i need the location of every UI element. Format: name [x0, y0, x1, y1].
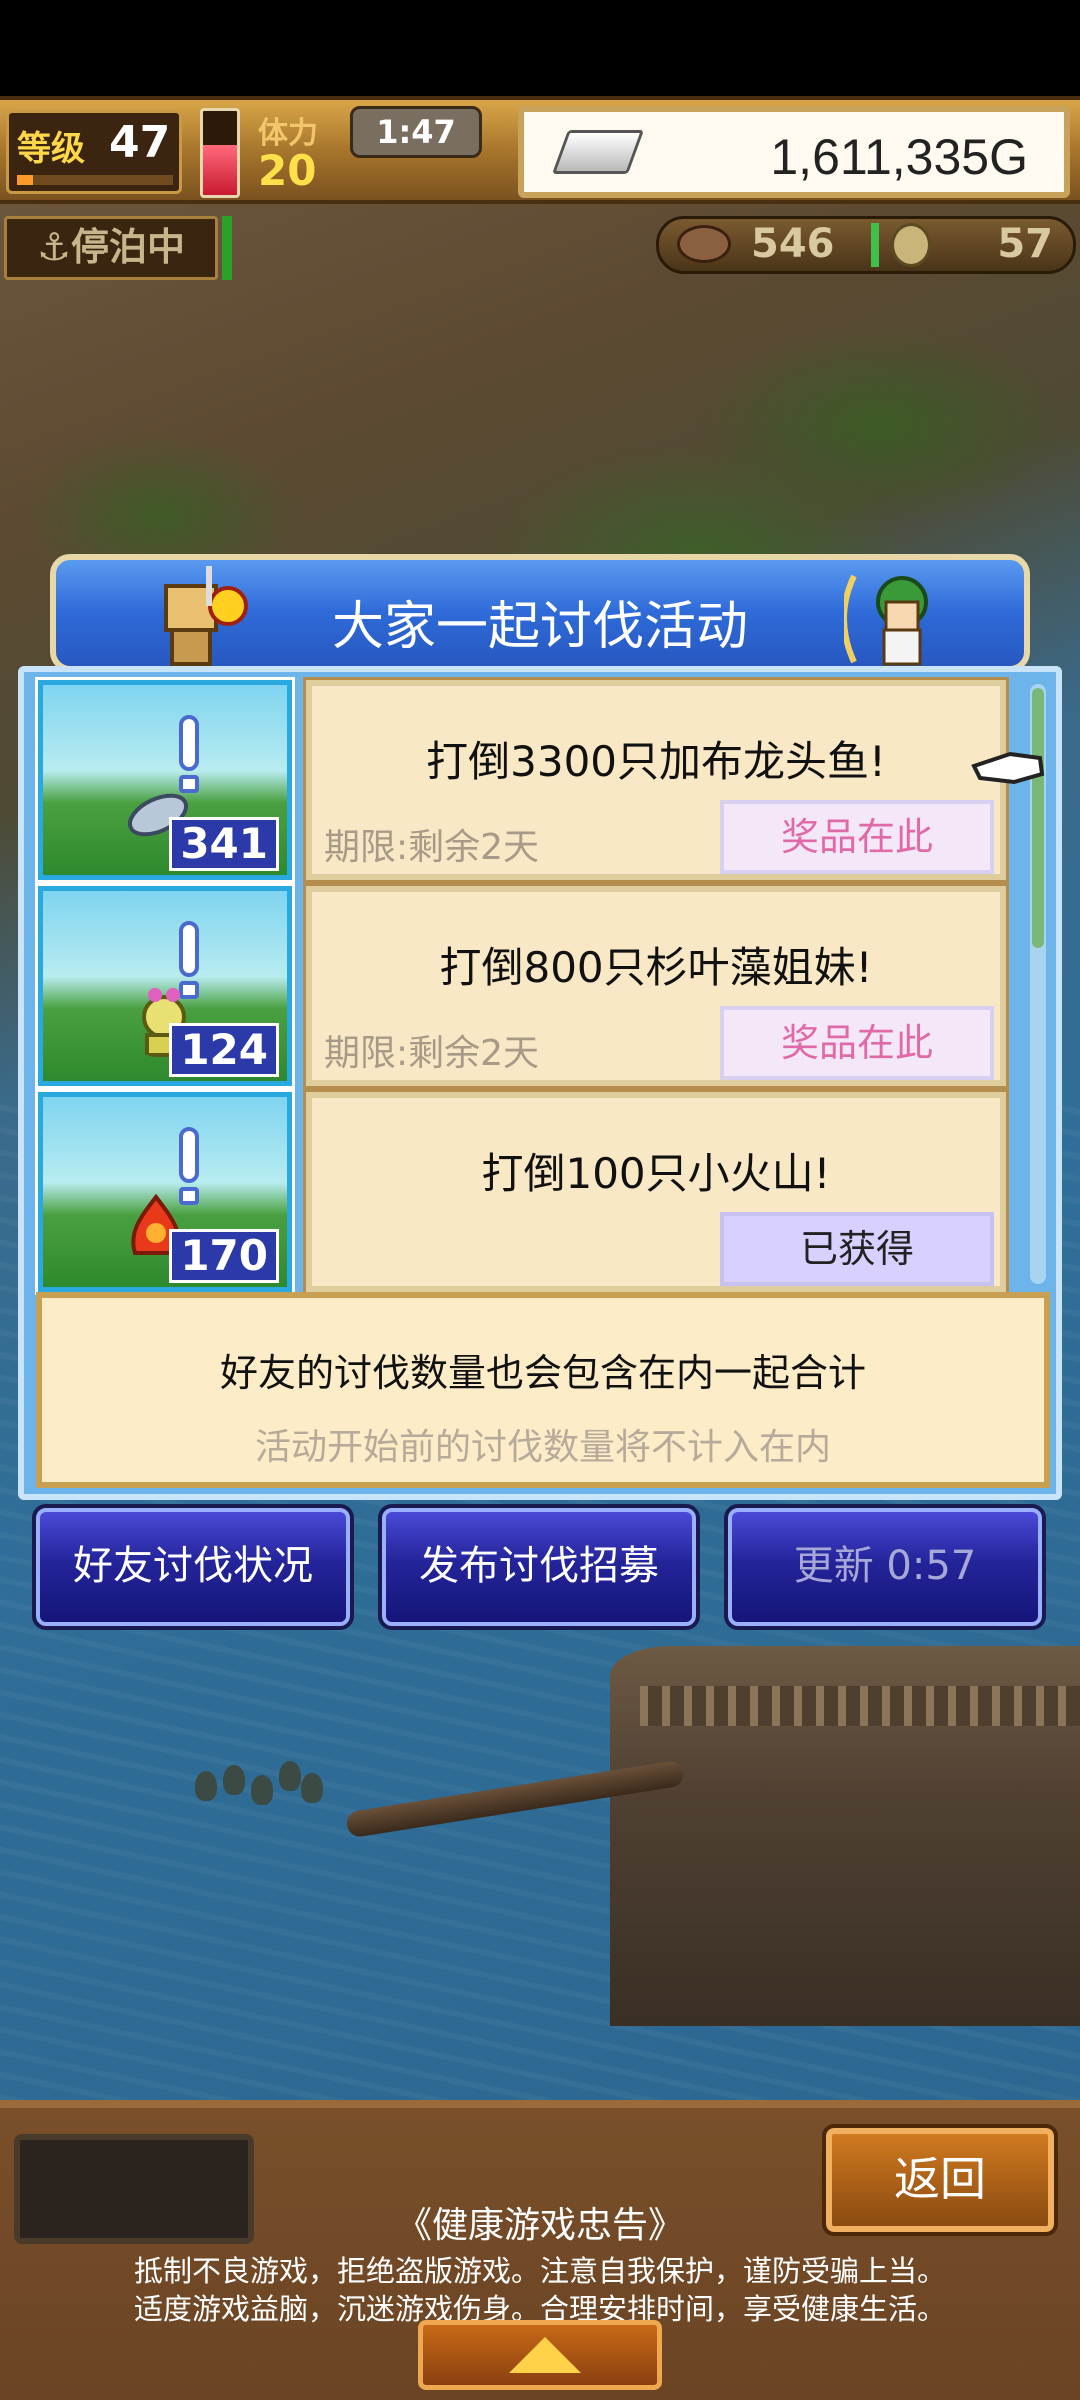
- medal-value: 57: [997, 221, 1053, 267]
- obtained-button[interactable]: 已获得: [720, 1212, 994, 1286]
- health-advisory-line-1: 抵制不良游戏，拒绝盗版游戏。注意自我保护，谨防受骗上当。: [133, 2254, 946, 2288]
- event-card: 打倒800只杉叶藻姐妹! 期限:剩余2天 奖品在此: [303, 883, 1009, 1089]
- defeat-count: 341: [169, 817, 279, 871]
- medal-icon: [891, 223, 931, 267]
- up-arrow-icon: [509, 2337, 581, 2373]
- footer-bar: 返回 《健康游戏忠告》 抵制不良游戏，拒绝盗版游戏。注意自我保护，谨防受骗上当。…: [0, 2100, 1080, 2400]
- event-panel: 341 打倒3300只加布龙头鱼! 期限:剩余2天 奖品在此 124 打倒800…: [18, 666, 1062, 1500]
- event-deadline: 期限:剩余2天: [324, 827, 540, 868]
- notice-main-text: 好友的讨伐数量也会包含在内一起合计: [219, 1351, 866, 1395]
- stamina-value: 20: [258, 146, 317, 195]
- ship-rail: [640, 1686, 1080, 1726]
- event-deadline: 期限:剩余2天: [324, 1033, 540, 1074]
- stamina-gauge: [200, 108, 240, 198]
- alert-icon: [179, 921, 199, 977]
- defeat-count: 124: [169, 1023, 279, 1077]
- food-icon: [677, 225, 731, 263]
- gold-value: 1,611,335G: [770, 129, 1028, 185]
- prize-button[interactable]: 奖品在此: [720, 800, 994, 874]
- notice-sub-text: 活动开始前的讨伐数量将不计入在内: [254, 1427, 831, 1468]
- dock-status-label: 停泊中: [71, 225, 186, 269]
- rocks: [195, 1761, 325, 1811]
- event-thumbnail: 341: [35, 677, 295, 883]
- stamina-timer: 1:47: [350, 106, 482, 158]
- alert-icon: [179, 1127, 199, 1183]
- defeat-count: 170: [169, 1229, 279, 1283]
- status-indicator: [222, 216, 232, 280]
- post-recruit-button[interactable]: 发布讨伐招募: [378, 1504, 700, 1630]
- event-notice: 好友的讨伐数量也会包含在内一起合计 活动开始前的讨伐数量将不计入在内: [36, 1292, 1050, 1488]
- archer-character-icon: [844, 574, 928, 666]
- event-panel-header: 大家一起讨伐活动: [50, 554, 1030, 672]
- event-item[interactable]: 170 打倒100只小火山! 已获得: [35, 1089, 1028, 1295]
- health-advisory-title: 《健康游戏忠告》: [395, 2205, 684, 2246]
- event-item[interactable]: 341 打倒3300只加布龙头鱼! 期限:剩余2天 奖品在此: [35, 677, 1028, 883]
- anchor-icon: ⚓: [36, 225, 72, 269]
- gold-panel[interactable]: 1,611,335G: [518, 106, 1070, 198]
- level-value: 47: [109, 117, 171, 168]
- resource-separator: [871, 223, 879, 267]
- friends-status-button[interactable]: 好友讨伐状况: [32, 1504, 354, 1630]
- expand-menu-button[interactable]: [418, 2320, 662, 2390]
- event-thumbnail: 124: [35, 883, 295, 1089]
- resource-bar: 546 57: [656, 216, 1076, 274]
- event-title: 打倒100只小火山!: [481, 1149, 831, 1198]
- prize-button[interactable]: 奖品在此: [720, 1006, 994, 1080]
- hand-pointer-icon: [971, 751, 1045, 785]
- level-label: 等级: [17, 129, 85, 169]
- level-progress-bar: [17, 175, 173, 185]
- system-status-bar: [0, 0, 1080, 96]
- event-title: 打倒800只杉叶藻姐妹!: [439, 943, 873, 992]
- refresh-button[interactable]: 更新 0:57: [724, 1504, 1046, 1630]
- alert-icon: [179, 715, 199, 771]
- gold-bar-icon: [551, 130, 645, 174]
- event-title: 打倒3300只加布龙头鱼!: [426, 737, 886, 786]
- event-card: 打倒3300只加布龙头鱼! 期限:剩余2天 奖品在此: [303, 677, 1009, 883]
- food-value: 546: [751, 221, 835, 267]
- level-panel: 等级 47: [6, 110, 182, 194]
- action-buttons: 好友讨伐状况 发布讨伐招募 更新 0:57: [30, 1504, 1050, 1630]
- event-card: 打倒100只小火山! 已获得: [303, 1089, 1009, 1295]
- top-hud: 等级 47 体力 20 1:47 1,611,335G: [0, 96, 1080, 204]
- event-thumbnail: 170: [35, 1089, 295, 1295]
- anchor-status: ⚓停泊中: [4, 216, 218, 280]
- event-item[interactable]: 124 打倒800只杉叶藻姐妹! 期限:剩余2天 奖品在此: [35, 883, 1028, 1089]
